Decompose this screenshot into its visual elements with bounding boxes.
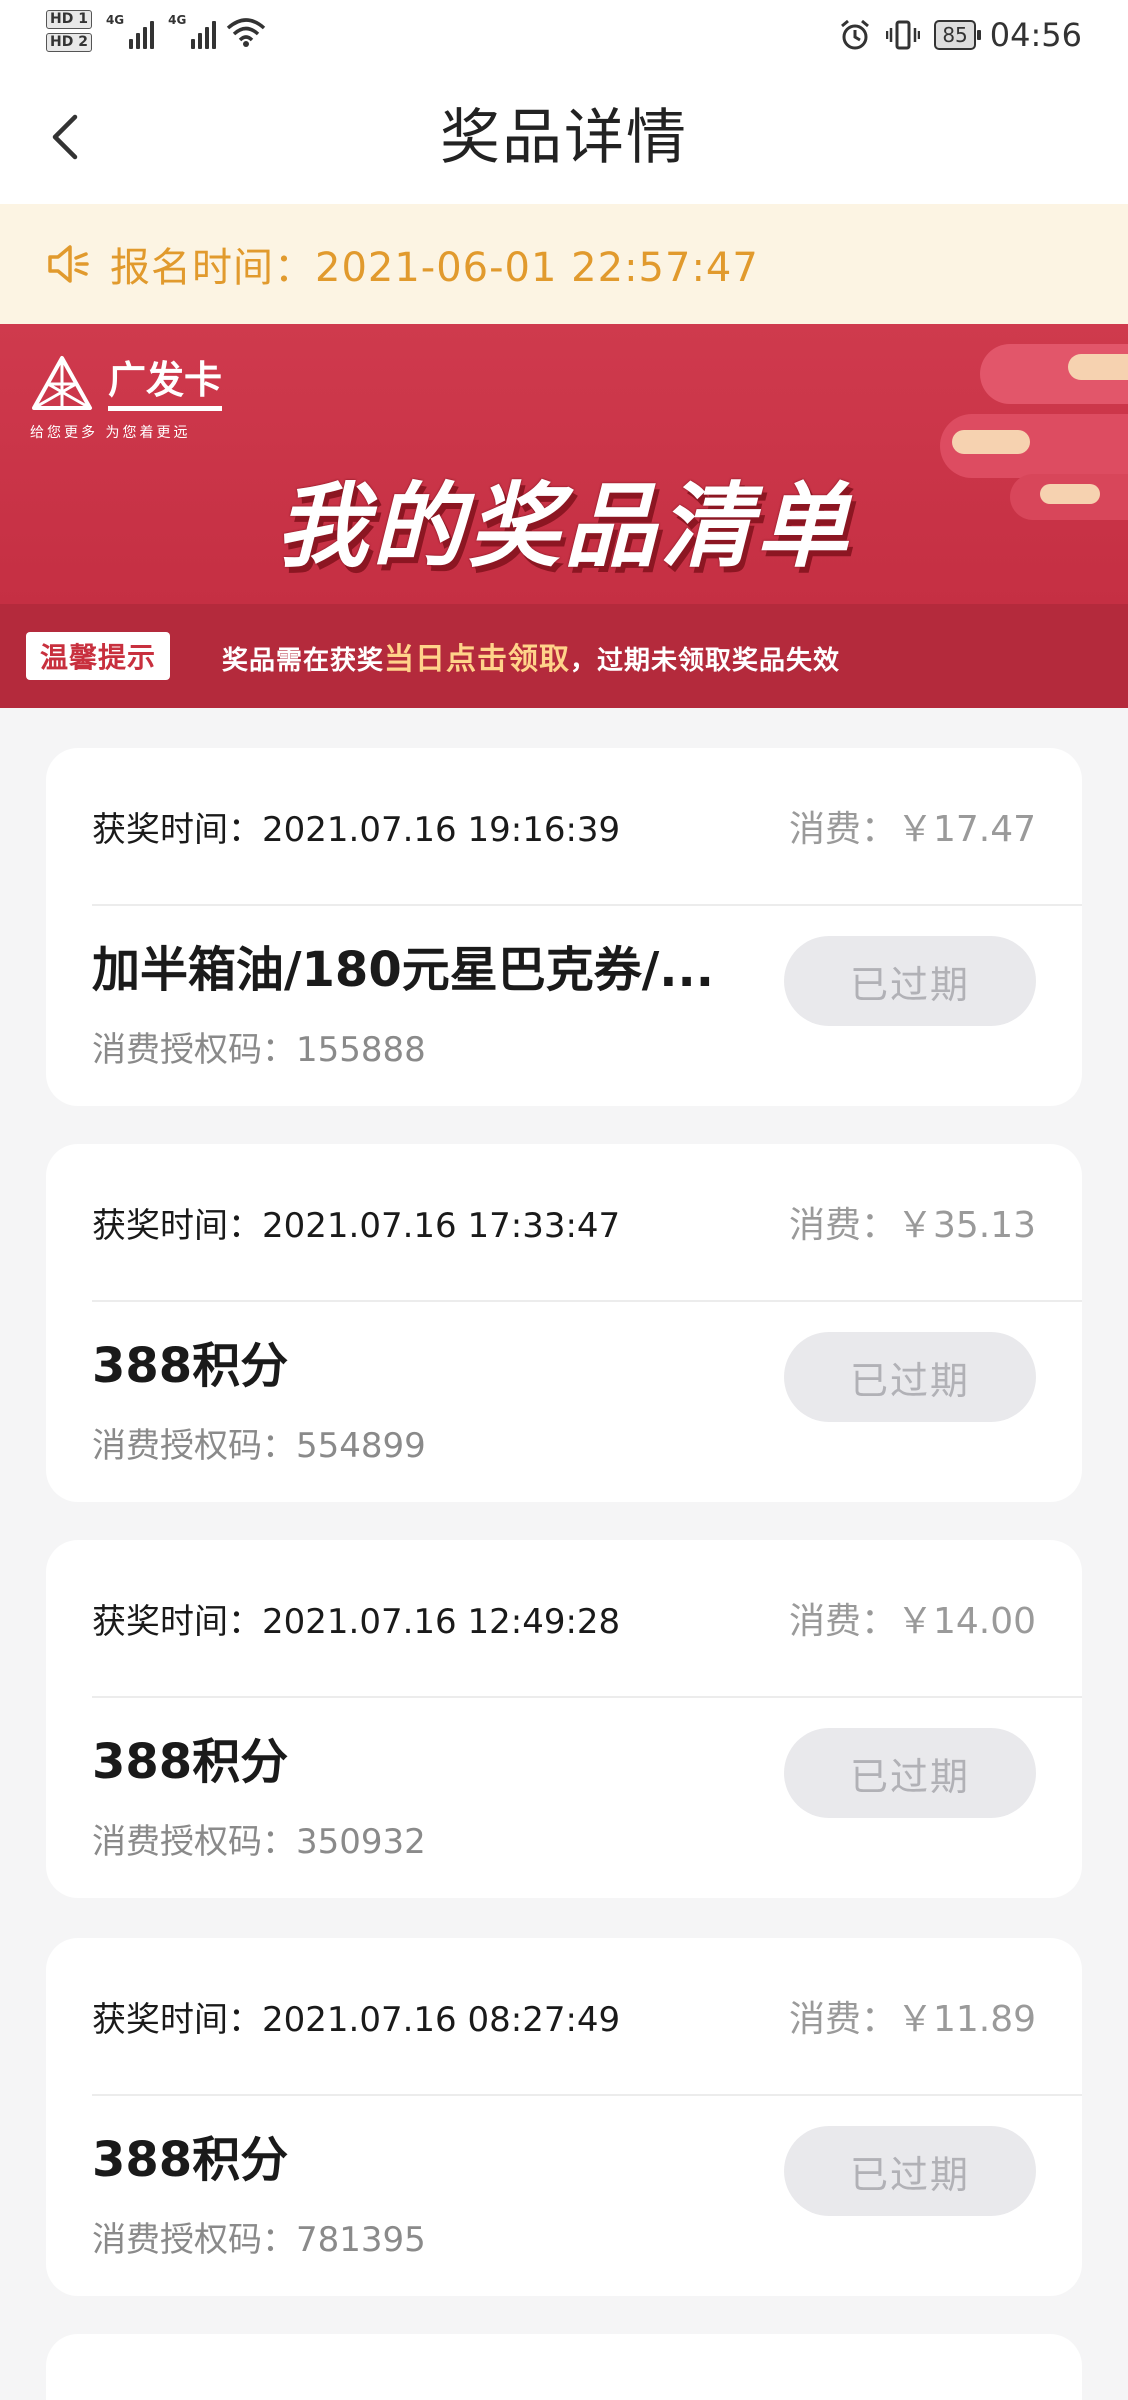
battery-icon: 85 [934,20,982,50]
prize-banner: 广发卡 给您更多 为您着更远 我的奖品清单 温馨提示 奖品需在获奖当日点击领取，… [0,324,1128,708]
page-title: 奖品详情 [440,103,688,173]
prize-name: 388积分 [92,1734,289,1790]
expired-button[interactable]: 已过期 [784,936,1036,1026]
signal-icon: 4G [168,13,217,49]
prize-card: 获奖时间：2021.07.16 12:49:28 消费：￥14.00 388积分… [46,1540,1082,1898]
tip-text-highlight: 当日点击领取 [384,642,571,677]
signal-bar [191,39,196,49]
expired-button[interactable]: 已过期 [784,2126,1036,2216]
triangle-logo-icon [32,356,92,410]
status-left: HD 1 HD 2 4G 4G [46,10,268,52]
spend-amount: 消费：￥35.13 [788,1205,1036,1246]
signal-bar [205,27,210,49]
divider [92,1696,1082,1698]
sim2-label: HD 2 [46,33,92,52]
tip-text-before: 奖品需在获奖 [222,646,385,676]
expired-button[interactable]: 已过期 [784,1728,1036,1818]
logo-name: 广发卡 [108,358,223,411]
spend-amount: 消费：￥17.47 [788,809,1036,850]
registration-time: 报名时间：2021-06-01 22:57:47 [110,245,759,291]
auth-code: 消费授权码：781395 [92,2220,426,2260]
divider [92,904,1082,906]
signal-bar [150,21,155,49]
signal-bar [212,21,217,49]
tip-text: 奖品需在获奖当日点击领取，过期未领取奖品失效 [222,634,840,678]
cloud-decoration [952,430,1030,454]
notice-bar: 报名时间：2021-06-01 22:57:47 [0,204,1128,324]
award-time: 获奖时间：2021.07.16 08:27:49 [92,1999,621,2040]
speaker-icon [48,245,89,283]
tip-badge: 温馨提示 [26,632,171,680]
auth-code: 消费授权码：155888 [92,1030,426,1070]
cloud-decoration [1068,354,1128,380]
vibrate-icon [886,20,921,50]
prize-card: 获奖时间：2021.07.16 08:27:49 消费：￥11.89 388积分… [46,1938,1082,2296]
nav-bar: 奖品详情 [0,72,1128,204]
status-bar: HD 1 HD 2 4G 4G 85 04:56 [0,0,1128,72]
auth-code: 消费授权码：350932 [92,1822,426,1862]
prize-card: 获奖时间：2021.07.16 19:16:39 消费：￥17.47 加半箱油/… [46,748,1082,1106]
expired-button[interactable]: 已过期 [784,1332,1036,1422]
clock: 04:56 [989,16,1082,54]
status-right: 85 04:56 [838,16,1082,54]
divider [92,1300,1082,1302]
card-header: 获奖时间：2021.07.16 12:49:28 消费：￥14.00 [92,1580,1036,1656]
spend-amount: 消费：￥11.89 [788,1999,1036,2040]
cgb-logo: 广发卡 [30,354,223,414]
award-time: 获奖时间：2021.07.16 12:49:28 [92,1601,621,1642]
alarm-icon [841,19,870,50]
card-header: 获奖时间：2021.07.16 17:33:47 消费：￥35.13 [92,1184,1036,1260]
card-header: 获奖时间：2021.07.16 08:27:49 消费：￥11.89 [92,1978,1036,2054]
prize-name: 388积分 [92,2132,289,2188]
hd-icon: HD 1 HD 2 [46,10,92,52]
network-type-label: 4G [168,13,187,27]
signal-icon: 4G [105,13,155,49]
spend-amount: 消费：￥14.00 [788,1601,1036,1642]
prize-card-partial [46,2334,1082,2400]
card-header: 获奖时间：2021.07.16 19:16:39 消费：￥17.47 [92,788,1036,864]
signal-bar [198,33,203,49]
network-type-label: 4G [105,13,125,27]
divider [92,2094,1082,2096]
signal-bar [143,27,148,49]
signal-bar [129,39,134,49]
prize-name: 388积分 [92,1338,289,1394]
tip-row: 温馨提示 奖品需在获奖当日点击领取，过期未领取奖品失效 [0,604,1128,708]
prize-name: 加半箱油/180元星巴克券/... [92,942,714,998]
prize-card: 获奖时间：2021.07.16 17:33:47 消费：￥35.13 388积分… [46,1144,1082,1502]
award-time: 获奖时间：2021.07.16 19:16:39 [92,809,621,850]
logo-slogan: 给您更多 为您着更远 [30,425,191,441]
award-time: 获奖时间：2021.07.16 17:33:47 [92,1205,621,1246]
sim1-label: HD 1 [46,10,92,29]
wifi-icon [227,18,266,47]
signal-bar [136,33,141,49]
tip-text-after: ，过期未领取奖品失效 [570,646,841,676]
banner-title: 我的奖品清单 [275,473,852,580]
auth-code: 消费授权码：554899 [92,1426,426,1466]
